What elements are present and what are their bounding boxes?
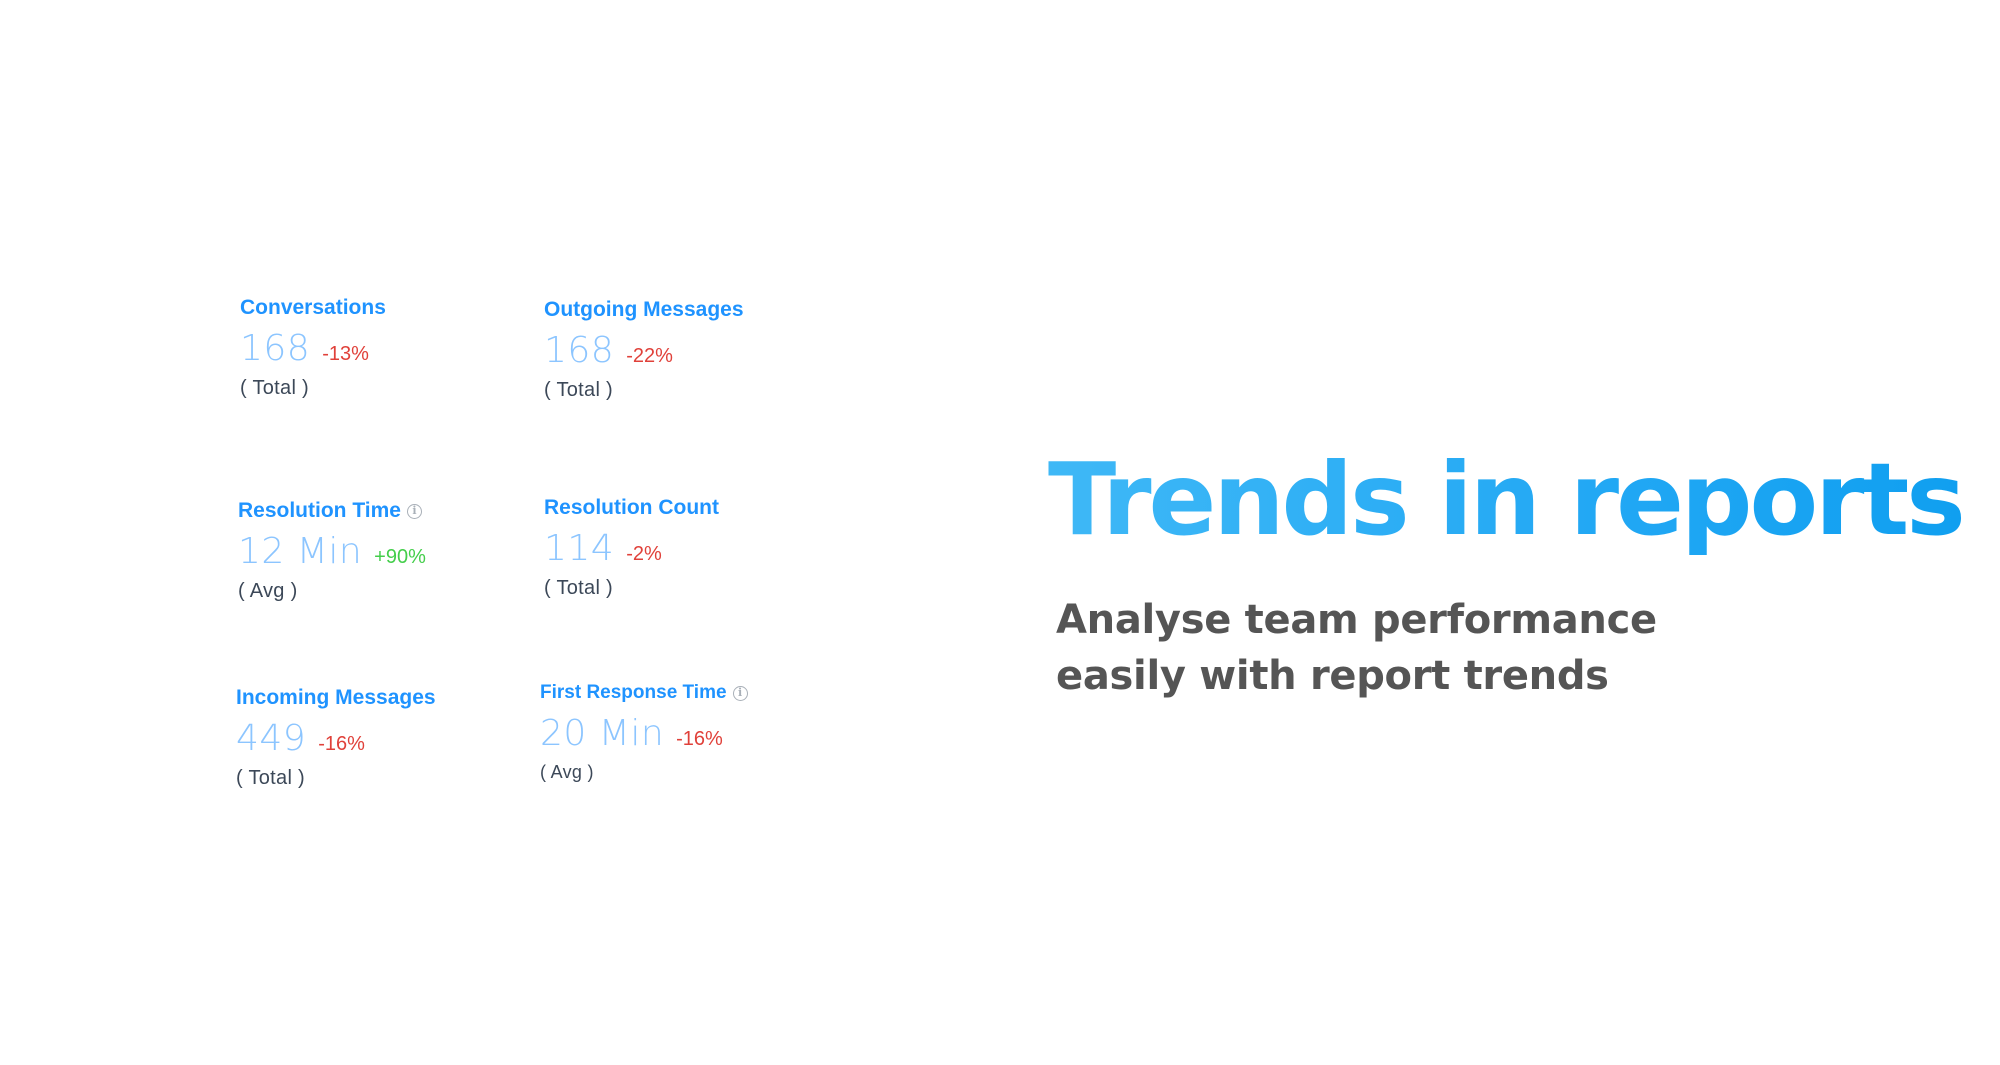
metric-basis: ( Total ): [240, 377, 310, 399]
hero-title: Trends in reports: [1048, 441, 1966, 558]
metric-value: 449: [236, 718, 307, 759]
metric-change: +90%: [374, 546, 426, 568]
metric-card-resolution-time: Resolution Time i 12 Min +90% ( Avg ): [238, 498, 538, 603]
metric-value: 20 Min: [540, 713, 665, 754]
metric-value: 168: [240, 328, 311, 369]
metric-value: 114: [544, 528, 615, 569]
metric-card-resolution-count: Resolution Count 114 -2% ( Total ): [544, 495, 844, 600]
metric-change: -2%: [626, 543, 662, 565]
metric-title: Outgoing Messages: [544, 298, 744, 321]
metric-card-incoming-messages: Incoming Messages 449 -16% ( Total ): [236, 685, 536, 790]
info-circle-icon[interactable]: i: [406, 503, 422, 519]
metric-value: 12 Min: [238, 531, 363, 572]
metric-title: First Response Time i: [540, 680, 840, 706]
metric-change: -16%: [676, 728, 723, 750]
info-circle-icon[interactable]: i: [732, 685, 748, 701]
metric-basis: ( Total ): [544, 577, 614, 599]
metric-basis: ( Avg ): [238, 580, 298, 602]
metric-value: 168: [544, 330, 615, 371]
metric-title: Incoming Messages: [236, 686, 436, 709]
metric-title: Conversations: [240, 296, 386, 319]
metric-card-outgoing-messages: Outgoing Messages 168 -22% ( Total ): [544, 297, 844, 402]
metric-basis: ( Total ): [236, 767, 306, 789]
metric-title: Resolution Time i: [238, 498, 538, 524]
metric-title: Resolution Count: [544, 496, 719, 519]
metric-card-conversations: Conversations 168 -13% ( Total ): [240, 295, 540, 400]
metric-card-first-response-time: First Response Time i 20 Min -16% ( Avg …: [540, 680, 840, 783]
hero-subtitle: Analyse team performance easily with rep…: [1056, 597, 1657, 699]
metric-basis: ( Total ): [544, 379, 614, 401]
metric-basis: ( Avg ): [540, 762, 594, 782]
metric-change: -22%: [626, 345, 673, 367]
metric-change: -16%: [318, 733, 365, 755]
metric-change: -13%: [322, 343, 369, 365]
